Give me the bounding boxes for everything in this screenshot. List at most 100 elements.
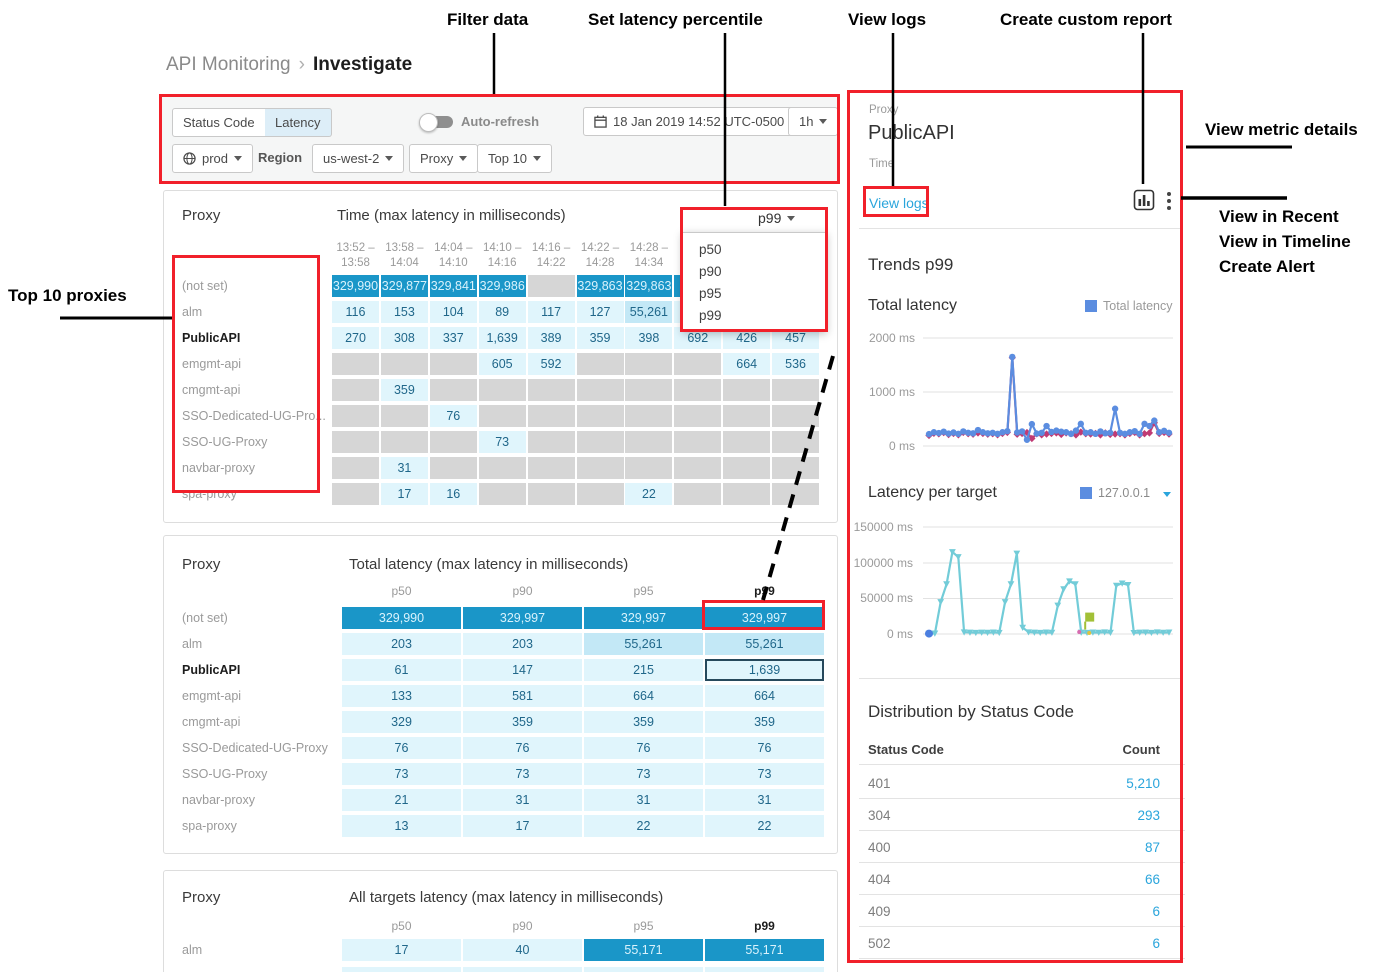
heatmap-cell[interactable]: [430, 353, 477, 375]
latency-cell[interactable]: 76: [705, 737, 824, 759]
latency-cell[interactable]: 359: [705, 711, 824, 733]
heatmap-cell[interactable]: 270: [332, 327, 379, 349]
view-logs-link[interactable]: View logs: [869, 195, 929, 211]
heatmap-cell[interactable]: [577, 379, 624, 401]
heatmap-cell[interactable]: [332, 431, 379, 453]
latency-cell[interactable]: 664: [705, 685, 824, 707]
heatmap-cell[interactable]: 127: [577, 301, 624, 323]
percentile-option-p99[interactable]: p99: [683, 305, 826, 327]
datetime-picker[interactable]: 18 Jan 2019 14:52 UTC-0500: [583, 107, 795, 136]
latency-cell[interactable]: 40: [463, 939, 582, 961]
latency-cell[interactable]: 55,261: [584, 633, 703, 655]
heatmap-cell[interactable]: 117: [528, 301, 575, 323]
heatmap-cell[interactable]: [625, 405, 672, 427]
heatmap-cell[interactable]: 104: [430, 301, 477, 323]
heatmap-cell[interactable]: [772, 457, 819, 479]
heatmap-cell[interactable]: [674, 379, 721, 401]
latency-cell[interactable]: [463, 967, 582, 972]
heatmap-cell[interactable]: [332, 483, 379, 505]
heatmap-cell[interactable]: [381, 353, 428, 375]
latency-cell[interactable]: 73: [584, 763, 703, 785]
latency-cell[interactable]: 664: [584, 685, 703, 707]
heatmap-cell[interactable]: [577, 457, 624, 479]
heatmap-cell[interactable]: [674, 483, 721, 505]
status-count-link[interactable]: 6: [1020, 904, 1160, 919]
heatmap-cell[interactable]: [723, 405, 770, 427]
status-count-link[interactable]: 66: [1020, 872, 1160, 887]
latency-cell[interactable]: 329,997: [705, 607, 824, 629]
heatmap-cell[interactable]: [479, 405, 526, 427]
latency-cell[interactable]: 76: [584, 737, 703, 759]
latency-cell[interactable]: 203: [342, 633, 461, 655]
heatmap-cell[interactable]: 116: [332, 301, 379, 323]
latency-cell[interactable]: 22: [584, 815, 703, 837]
heatmap-cell[interactable]: [430, 379, 477, 401]
heatmap-cell[interactable]: 22: [625, 483, 672, 505]
tab-latency[interactable]: Latency: [265, 108, 332, 137]
latency-cell[interactable]: 329: [342, 711, 461, 733]
heatmap-cell[interactable]: [625, 457, 672, 479]
heatmap-cell[interactable]: 1,639: [479, 327, 526, 349]
top-filter-select[interactable]: Top 10: [477, 144, 552, 173]
latency-cell[interactable]: 359: [584, 711, 703, 733]
latency-cell[interactable]: 1,639: [705, 659, 824, 681]
latency-cell[interactable]: 31: [705, 789, 824, 811]
heatmap-cell[interactable]: 337: [430, 327, 477, 349]
heatmap-cell[interactable]: 359: [577, 327, 624, 349]
latency-cell[interactable]: 55,171: [705, 939, 824, 961]
heatmap-cell[interactable]: [528, 275, 575, 297]
latency-cell[interactable]: 329,997: [584, 607, 703, 629]
heatmap-cell[interactable]: [479, 483, 526, 505]
breadcrumb-section[interactable]: API Monitoring: [166, 54, 291, 75]
latency-cell[interactable]: 17: [342, 939, 461, 961]
latency-cell[interactable]: [342, 967, 461, 972]
heatmap-cell[interactable]: 536: [772, 353, 819, 375]
heatmap-cell[interactable]: [723, 431, 770, 453]
heatmap-cell[interactable]: [723, 379, 770, 401]
status-count-link[interactable]: 87: [1020, 840, 1160, 855]
heatmap-cell[interactable]: 359: [381, 379, 428, 401]
latency-cell[interactable]: 147: [463, 659, 582, 681]
latency-cell[interactable]: 133: [342, 685, 461, 707]
heatmap-cell[interactable]: [674, 353, 721, 375]
heatmap-cell[interactable]: 329,986: [479, 275, 526, 297]
heatmap-cell[interactable]: [625, 353, 672, 375]
heatmap-cell[interactable]: [479, 379, 526, 401]
latency-cell[interactable]: 31: [463, 789, 582, 811]
latency-cell[interactable]: 329,990: [342, 607, 461, 629]
percentile-option-p50[interactable]: p50: [683, 239, 826, 261]
latency-cell[interactable]: 55,261: [705, 633, 824, 655]
heatmap-cell[interactable]: [674, 457, 721, 479]
auto-refresh-toggle[interactable]: [423, 116, 453, 128]
status-count-link[interactable]: 5,210: [1020, 776, 1160, 791]
heatmap-cell[interactable]: [528, 379, 575, 401]
latency-cell[interactable]: 31: [584, 789, 703, 811]
heatmap-cell[interactable]: [332, 353, 379, 375]
heatmap-cell[interactable]: [674, 405, 721, 427]
latency-cell[interactable]: 22: [705, 815, 824, 837]
heatmap-cell[interactable]: [772, 431, 819, 453]
latency-cell[interactable]: 215: [584, 659, 703, 681]
latency-cell[interactable]: 581: [463, 685, 582, 707]
latency-cell[interactable]: 73: [342, 763, 461, 785]
percentile-selector[interactable]: p99: [758, 210, 795, 226]
latency-cell[interactable]: 76: [463, 737, 582, 759]
heatmap-cell[interactable]: 398: [625, 327, 672, 349]
heatmap-cell[interactable]: [577, 483, 624, 505]
heatmap-cell[interactable]: [381, 405, 428, 427]
latency-cell[interactable]: 76: [342, 737, 461, 759]
heatmap-cell[interactable]: 329,990: [332, 275, 379, 297]
proxy-filter-select[interactable]: Proxy: [409, 144, 478, 173]
heatmap-cell[interactable]: [528, 483, 575, 505]
more-menu-icon[interactable]: [1167, 192, 1171, 213]
heatmap-cell[interactable]: [625, 431, 672, 453]
latency-cell[interactable]: 61: [342, 659, 461, 681]
heatmap-cell[interactable]: 329,841: [430, 275, 477, 297]
custom-report-icon[interactable]: [1133, 189, 1155, 211]
heatmap-cell[interactable]: [723, 457, 770, 479]
latency-cell[interactable]: 73: [705, 763, 824, 785]
heatmap-cell[interactable]: 605: [479, 353, 526, 375]
heatmap-cell[interactable]: 16: [430, 483, 477, 505]
heatmap-cell[interactable]: [430, 431, 477, 453]
heatmap-cell[interactable]: 73: [479, 431, 526, 453]
